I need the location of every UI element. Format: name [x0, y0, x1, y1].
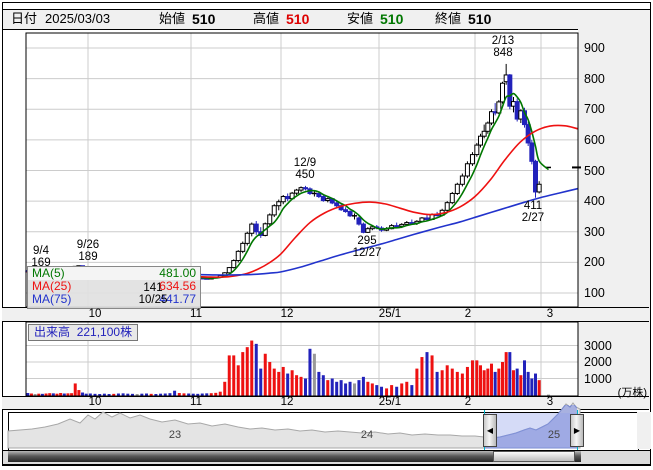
nav-year-label: 25	[547, 429, 561, 441]
scroll-left-button[interactable]: ◀	[483, 414, 497, 447]
month-label: 2	[464, 396, 472, 408]
chart-annotation: 9/26 189	[76, 239, 100, 263]
close-label: 終値	[435, 11, 462, 26]
price-tick-label: 600	[584, 132, 605, 147]
volume-tick-label: 2000	[584, 355, 612, 369]
stock-chart-app: 日付 2025/03/03 始値 510 高値 510 安値 510 終値 51…	[0, 0, 653, 470]
chart-annotation: 295 12/27	[352, 235, 382, 259]
quote-header: 日付 2025/03/03 始値 510 高値 510 安値 510 終値 51…	[2, 9, 651, 30]
navigator-right-pad	[637, 412, 651, 449]
price-tick-label: 800	[584, 71, 605, 86]
chart-annotation: 9/4 169	[31, 245, 51, 269]
volume-tick-label: 3000	[584, 338, 612, 353]
high-value: 510	[286, 11, 310, 27]
high-label: 高値	[253, 11, 280, 26]
month-label: 12	[280, 308, 294, 320]
price-tick-label: 100	[584, 286, 605, 300]
date-value: 2025/03/03	[45, 11, 111, 26]
chart-annotation: 411 2/27	[521, 200, 545, 224]
ma-legend: MA(5) 481.00 MA(25) 634.56 MA(75) 441.77	[27, 266, 201, 309]
open-value: 510	[192, 11, 216, 27]
month-label: 10	[88, 396, 102, 408]
month-label: 12	[280, 396, 294, 408]
month-label: 3	[546, 396, 554, 408]
price-tick-label: 500	[584, 163, 605, 178]
month-label: 11	[190, 396, 202, 408]
month-label: 10	[88, 308, 102, 320]
navigator-selection[interactable]	[484, 413, 577, 448]
low-value: 510	[380, 11, 404, 27]
price-tick-label: 400	[584, 194, 605, 209]
chart-annotation: 141 10/25	[138, 282, 168, 306]
scroll-right-button[interactable]: ▶	[570, 414, 584, 447]
month-label: 11	[190, 308, 202, 320]
nav-year-label: 24	[360, 429, 374, 441]
volume-label-box: 出来高 221,100株	[28, 324, 139, 341]
price-tick-label: 700	[584, 102, 605, 117]
month-label: 3	[546, 308, 554, 320]
open-label: 始値	[159, 11, 186, 26]
low-label: 安値	[347, 11, 374, 26]
volume-tick-label: 1000	[584, 371, 612, 386]
close-value: 510	[468, 11, 492, 27]
price-tick-label: 300	[584, 224, 605, 239]
chart-annotation: 12/9 450	[293, 157, 317, 181]
month-label: 25/1	[378, 396, 402, 408]
price-tick-label: 200	[584, 255, 605, 270]
volume-unit-label: (万株)	[617, 387, 647, 399]
volume-label: 出来高	[34, 325, 71, 339]
ma-legend-row: MA(75) 441.77	[32, 292, 196, 306]
chart-annotation: 2/13 848	[491, 35, 515, 59]
month-label: 2	[464, 308, 472, 320]
range-scrollbar[interactable]	[2, 450, 651, 465]
month-label: 25/1	[378, 308, 402, 320]
nav-year-label: 23	[168, 429, 182, 441]
price-tick-label: 900	[584, 41, 605, 55]
date-label: 日付	[11, 11, 38, 26]
scrollbar-thumb[interactable]	[493, 451, 575, 462]
volume-value: 221,100株	[76, 325, 133, 339]
